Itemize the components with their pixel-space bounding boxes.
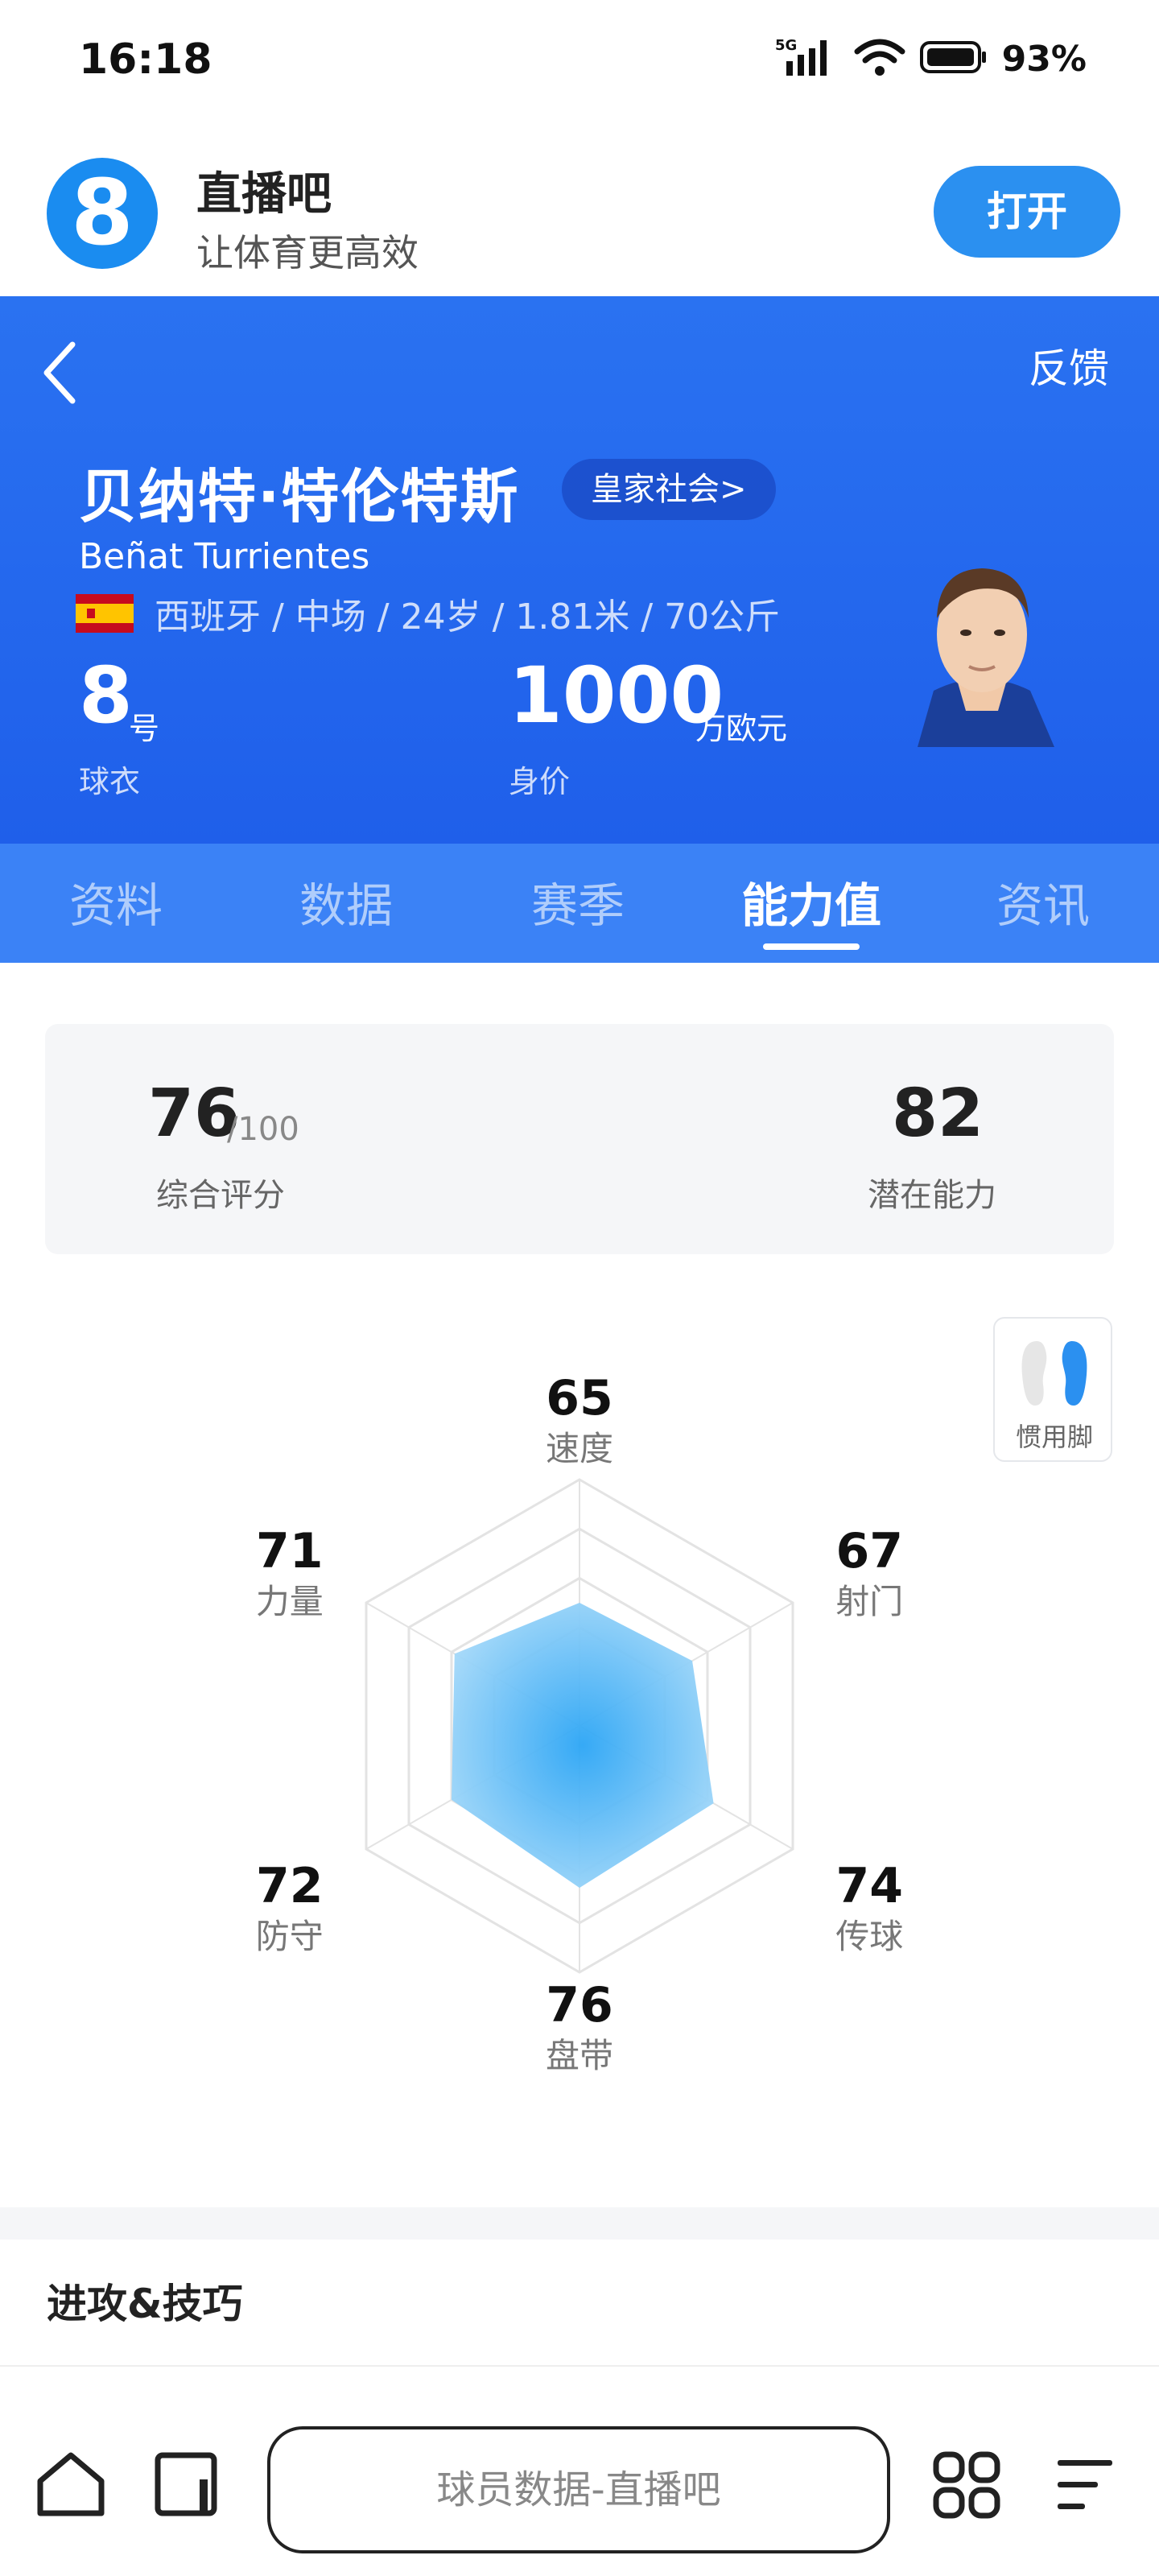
apps-grid-icon[interactable] (932, 2450, 1001, 2520)
spain-flag-icon (76, 594, 134, 633)
club-link[interactable]: 皇家社会> (562, 459, 776, 520)
tab-news[interactable]: 资讯 (930, 868, 1156, 935)
player-header: 反馈 贝纳特·特伦特斯 皇家社会> Beñat Turrientes 西班牙 /… (0, 296, 1159, 844)
attribute-value: 72 (255, 1858, 324, 1914)
app-promo-bar: 8 直播吧 让体育更高效 打开 (0, 129, 1159, 296)
market-value-unit: 万欧元 (695, 711, 788, 746)
market-value: 1000 (509, 650, 724, 741)
overall-rating: 76 (148, 1075, 241, 1152)
preferred-foot-label: 惯用脚 (1015, 1422, 1093, 1452)
app-logo: 8 (47, 158, 158, 269)
attribute-value: 71 (255, 1523, 324, 1579)
attribute-label: 传球 (835, 1917, 904, 1956)
battery-level: 93% (1001, 38, 1087, 80)
address-bar[interactable]: 球员数据-直播吧 (267, 2426, 890, 2553)
feedback-button[interactable]: 反馈 (1029, 336, 1109, 394)
player-name: 贝纳特·特伦特斯 (79, 463, 520, 530)
attribute-value: 74 (835, 1858, 904, 1914)
attribute-label: 射门 (835, 1582, 904, 1621)
battery-icon (919, 39, 988, 78)
menu-icon[interactable] (1054, 2457, 1116, 2513)
attribute-value: 65 (546, 1370, 613, 1426)
feet-icon (1021, 1341, 1087, 1406)
attribute-label: 力量 (255, 1582, 324, 1621)
attribute-value: 76 (546, 1977, 613, 2033)
potential-rating: 82 (892, 1075, 984, 1152)
player-name-en: Beñat Turrientes (79, 536, 370, 577)
status-indicators: 5G 93% (775, 35, 1087, 82)
attribute-label: 防守 (255, 1917, 324, 1956)
market-value-label: 身价 (509, 764, 571, 799)
overall-max: /100 (227, 1111, 299, 1148)
back-icon[interactable] (35, 336, 84, 409)
jersey-label: 球衣 (79, 764, 141, 799)
tabs-icon[interactable] (153, 2450, 224, 2518)
status-time: 16:18 (79, 35, 212, 84)
home-icon[interactable] (35, 2450, 106, 2518)
player-meta: 西班牙 / 中场 / 24岁 / 1.81米 / 70公斤 (155, 597, 781, 638)
attribute-label: 盘带 (545, 2036, 613, 2075)
tab-bar: 资料 数据 赛季 能力值 资讯 (0, 844, 1159, 963)
app-slogan: 让体育更高效 (196, 231, 419, 275)
potential-label: 潜在能力 (868, 1177, 996, 1214)
active-tab-indicator (763, 943, 860, 950)
jersey-unit: 号 (129, 711, 160, 746)
tab-season[interactable]: 赛季 (465, 868, 691, 935)
preferred-foot-button[interactable]: 惯用脚 (993, 1317, 1112, 1462)
player-avatar (918, 568, 1054, 747)
browser-bottom-bar: 球员数据-直播吧 (0, 2365, 1159, 2576)
attribute-label: 速度 (545, 1429, 613, 1468)
section-title: 进攻&技巧 (47, 2281, 243, 2327)
signal-icon: 5G (775, 35, 839, 82)
network-type: 5G (775, 37, 797, 54)
tab-profile[interactable]: 资料 (3, 868, 229, 935)
section-divider (0, 2207, 1159, 2240)
tab-ability[interactable]: 能力值 (699, 868, 924, 935)
rating-card: 76 /100 综合评分 82 潜在能力 (45, 1024, 1114, 1254)
jersey-number: 8 (79, 650, 133, 741)
open-app-button[interactable]: 打开 (934, 166, 1120, 258)
overall-label: 综合评分 (156, 1177, 285, 1214)
app-name: 直播吧 (196, 168, 332, 221)
tab-stats[interactable]: 数据 (233, 868, 459, 935)
attribute-value: 67 (835, 1523, 904, 1579)
wifi-icon (854, 37, 905, 80)
app-logo-text: 8 (71, 161, 134, 266)
status-bar: 16:18 5G 93% (0, 0, 1159, 129)
